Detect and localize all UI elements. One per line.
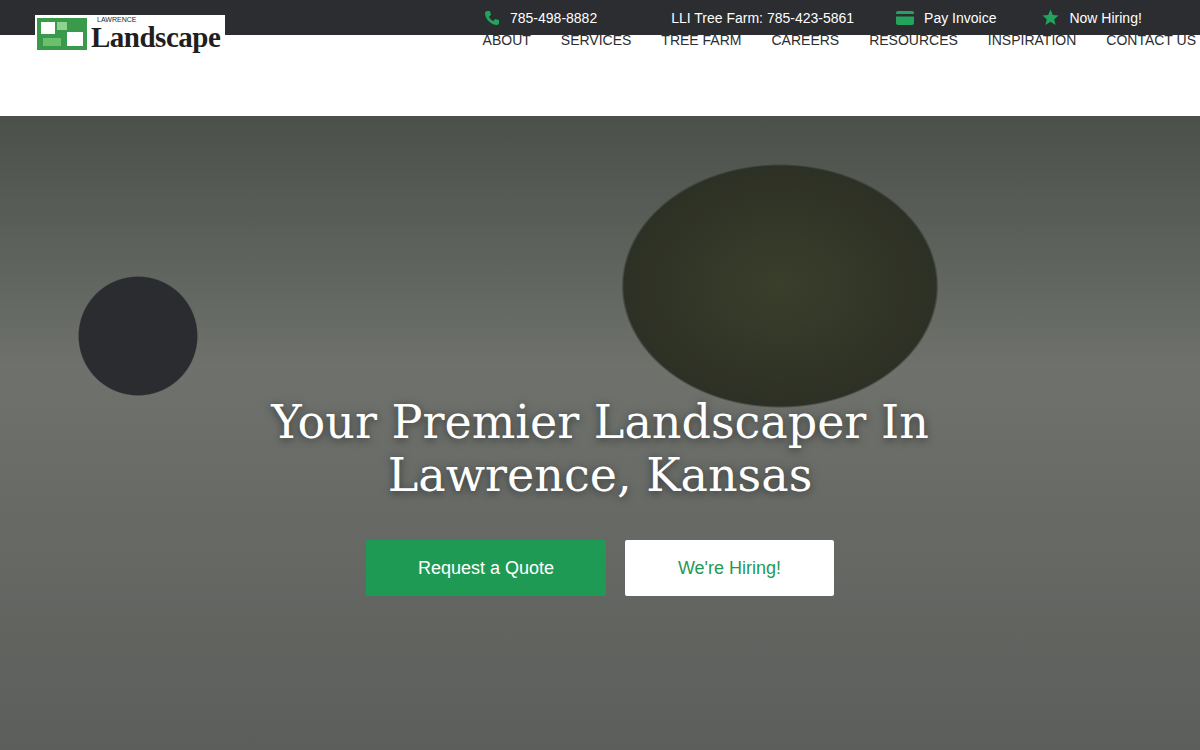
- credit-card-icon: [896, 11, 914, 25]
- request-quote-button[interactable]: Request a Quote: [366, 540, 606, 596]
- logo-text: LAWRENCE Landscape: [91, 16, 220, 52]
- hero: Your Premier Landscaper In Lawrence, Kan…: [0, 116, 1200, 750]
- site-header: 785-498-8882 LLI Tree Farm: 785-423-5861…: [0, 0, 1200, 116]
- hero-content: Your Premier Landscaper In Lawrence, Kan…: [0, 116, 1200, 596]
- phone-link[interactable]: 785-498-8882: [484, 10, 597, 26]
- pay-invoice-link[interactable]: Pay Invoice: [896, 10, 996, 26]
- hero-title: Your Premier Landscaper In Lawrence, Kan…: [260, 396, 940, 502]
- now-hiring-link[interactable]: Now Hiring!: [1042, 9, 1141, 26]
- hiring-button[interactable]: We're Hiring!: [625, 540, 834, 596]
- tree-farm-link[interactable]: LLI Tree Farm: 785-423-5861: [671, 10, 854, 26]
- nav-item[interactable]: INSPIRATION: [988, 32, 1076, 48]
- phone-icon: [484, 10, 500, 26]
- hero-buttons: Request a Quote We're Hiring!: [366, 540, 834, 596]
- page: 785-498-8882 LLI Tree Farm: 785-423-5861…: [0, 0, 1200, 750]
- nav-item[interactable]: ABOUT: [483, 32, 531, 48]
- nav-item[interactable]: CAREERS: [771, 32, 839, 48]
- nav-item[interactable]: RESOURCES: [869, 32, 958, 48]
- nav-item[interactable]: CONTACT US: [1106, 32, 1196, 48]
- nav-item[interactable]: SERVICES: [561, 32, 632, 48]
- logo-mark-icon: [37, 18, 87, 50]
- logo[interactable]: LAWRENCE Landscape: [35, 15, 225, 53]
- star-icon: [1042, 9, 1059, 26]
- nav-item[interactable]: TREE FARM: [661, 32, 741, 48]
